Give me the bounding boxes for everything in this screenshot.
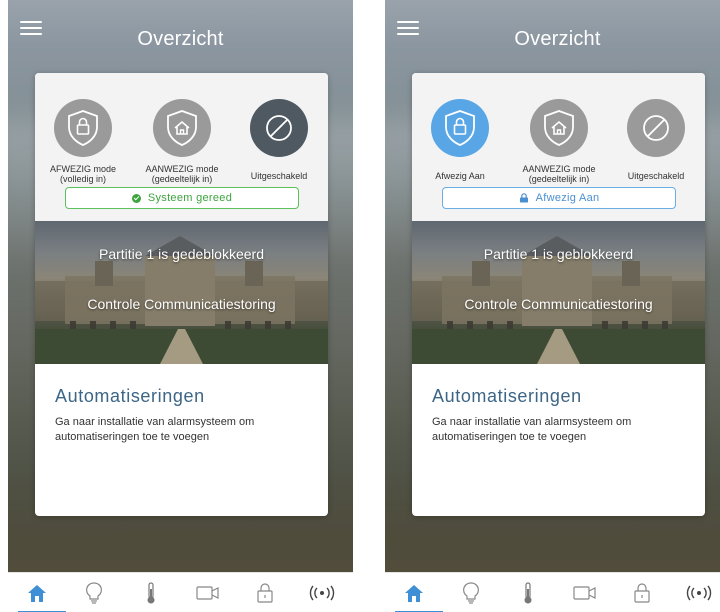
tab-video[interactable] <box>179 573 236 612</box>
tab-climate[interactable] <box>499 573 556 612</box>
overview-card: Afwezig Aan AANWEZIG mode (gedeeltelijk i… <box>412 73 705 516</box>
status-text: Systeem gereed <box>147 192 233 204</box>
mode-label: AANWEZIG mode (gedeeltelijk in) <box>145 164 219 184</box>
mode-label: Uitgeschakeld <box>627 171 685 181</box>
check-icon <box>131 193 141 203</box>
camera-icon <box>195 586 219 600</box>
thermometer-icon <box>147 582 154 604</box>
disabled-icon <box>250 99 308 157</box>
partition-banner[interactable]: Partitie 1 is gedeblokkeerd Controle Com… <box>35 221 328 364</box>
wireless-icon <box>309 585 334 601</box>
phone-screen-right: Overzicht Afwezig Aan AANWEZIG mode (gede… <box>385 0 720 612</box>
automations-heading: Automatiseringen <box>55 386 205 406</box>
automations-text: Ga naar installatie van alarmsysteem om … <box>432 416 632 443</box>
mode-label: AFWEZIG mode (volledig in) <box>49 164 116 184</box>
partition-status-text: Partitie 1 is geblokkeerd <box>483 246 634 262</box>
castle-image <box>35 236 328 364</box>
tab-home[interactable] <box>8 573 66 612</box>
tab-climate[interactable] <box>122 573 179 612</box>
mode-label: Uitgeschakeld <box>250 171 308 181</box>
phone-screen-left: Overzicht AFWEZIG mode (volledig in) AANW… <box>8 0 353 612</box>
castle-image <box>412 236 705 364</box>
top-bar: Overzicht <box>8 0 353 70</box>
page-title: Overzicht <box>514 28 601 50</box>
automations-heading: Automatiseringen <box>432 386 582 406</box>
home-mode-button[interactable]: AANWEZIG mode (gedeeltelijk in) <box>134 99 230 184</box>
bottom-tab-bar <box>8 572 353 612</box>
tab-lighting[interactable] <box>442 573 499 612</box>
tab-security[interactable] <box>293 573 350 612</box>
lock-icon <box>633 583 650 603</box>
automations-text: Ga naar installatie van alarmsysteem om … <box>55 416 255 443</box>
home-icon <box>404 585 423 602</box>
communication-check-text: Controle Communicatiestoring <box>464 296 653 312</box>
wireless-icon <box>686 585 711 601</box>
tab-lighting[interactable] <box>65 573 122 612</box>
status-badge[interactable]: Afwezig Aan <box>442 187 676 209</box>
bottom-tab-bar <box>385 572 720 612</box>
shield-lock-icon <box>54 99 112 157</box>
mode-selector: AFWEZIG mode (volledig in) AANWEZIG mode(… <box>35 73 328 221</box>
tab-home[interactable] <box>385 573 443 612</box>
shield-lock-icon <box>431 99 489 157</box>
communication-check-text: Controle Communicatiestoring <box>87 296 276 312</box>
thermometer-icon <box>524 582 531 604</box>
partition-status-text: Partitie 1 is gedeblokkeerd <box>99 246 264 262</box>
shield-home-icon <box>153 99 211 157</box>
automations-section: Automatiseringen Ga naar installatie van… <box>412 364 705 467</box>
status-badge[interactable]: Systeem gereed <box>65 187 299 209</box>
away-mode-button[interactable]: Afwezig Aan <box>412 99 508 181</box>
away-mode-button[interactable]: AFWEZIG mode (volledig in) <box>35 99 131 184</box>
tab-video[interactable] <box>556 573 613 612</box>
partition-banner[interactable]: Partitie 1 is geblokkeerd Controle Commu… <box>412 221 705 364</box>
tab-locks[interactable] <box>613 573 670 612</box>
top-bar: Overzicht <box>385 0 720 70</box>
disabled-icon <box>627 99 685 157</box>
lightbulb-icon <box>85 582 102 604</box>
camera-icon <box>572 586 596 600</box>
overview-card: AFWEZIG mode (volledig in) AANWEZIG mode(… <box>35 73 328 516</box>
disarm-mode-button[interactable]: Uitgeschakeld <box>231 99 327 181</box>
mode-label: AANWEZIG mode (gedeeltelijk in) <box>522 164 596 184</box>
home-icon <box>27 585 46 602</box>
shield-home-icon <box>530 99 588 157</box>
lock-icon <box>256 583 273 603</box>
automations-section: Automatiseringen Ga naar installatie van… <box>35 364 328 467</box>
lightbulb-icon <box>462 582 479 604</box>
disarm-mode-button[interactable]: Uitgeschakeld <box>608 99 704 181</box>
tab-security[interactable] <box>670 573 720 612</box>
tab-locks[interactable] <box>236 573 293 612</box>
mode-selector: Afwezig Aan AANWEZIG mode (gedeeltelijk i… <box>412 73 705 221</box>
lock-icon <box>519 193 528 203</box>
home-mode-button[interactable]: AANWEZIG mode (gedeeltelijk in) <box>511 99 607 184</box>
mode-label: Afwezig Aan <box>435 171 485 181</box>
status-text: Afwezig Aan <box>535 192 600 204</box>
page-title: Overzicht <box>137 28 224 50</box>
